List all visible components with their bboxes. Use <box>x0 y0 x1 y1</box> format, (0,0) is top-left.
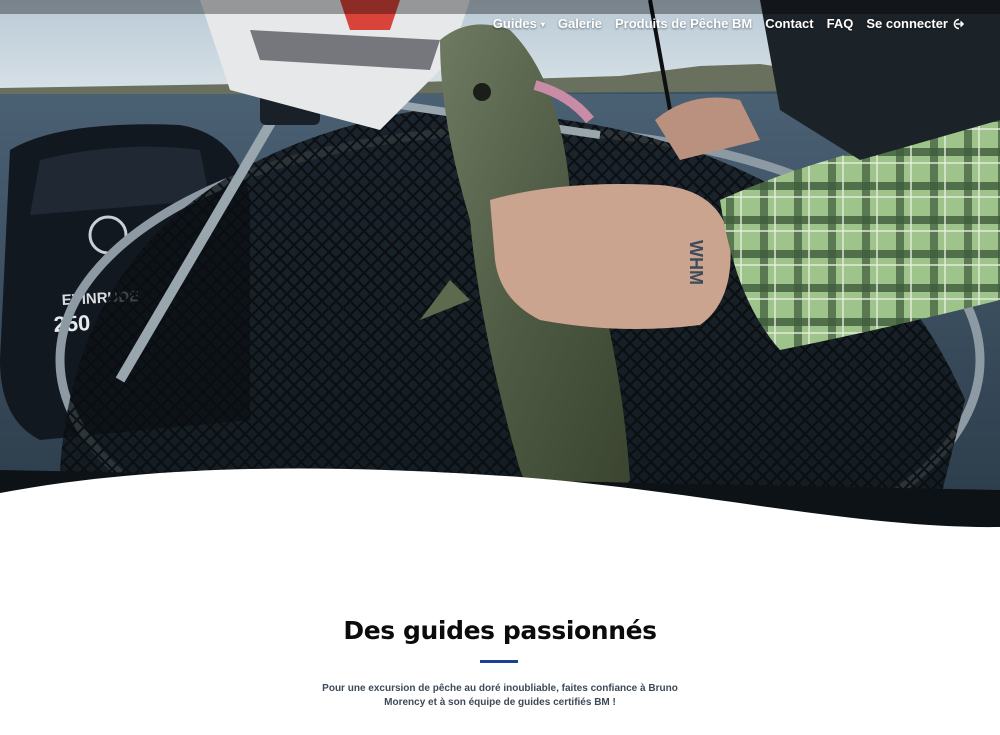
login-icon <box>953 18 964 29</box>
section-title: Des guides passionnés <box>343 616 657 645</box>
nav-login[interactable]: Se connecter <box>866 16 964 31</box>
nav-galerie[interactable]: Galerie <box>558 16 602 31</box>
nav-produits[interactable]: Produits de Pêche BM <box>615 16 752 31</box>
nav-galerie-label: Galerie <box>557 16 602 31</box>
nav-produits-label: Produits de Pêche BM <box>614 16 753 31</box>
nav-faq-label: FAQ <box>826 16 854 31</box>
chevron-down-icon: ▾ <box>540 19 545 29</box>
wave-divider <box>0 468 1000 545</box>
nav-login-label: Se connecter <box>866 16 948 31</box>
title-underline <box>480 660 518 663</box>
nav-guides-label: Guides <box>492 16 537 31</box>
main-nav: Guides ▾ Galerie Produits de Pêche BM Co… <box>480 16 964 31</box>
nav-contact[interactable]: Contact <box>765 16 813 31</box>
nav-faq[interactable]: FAQ <box>827 16 854 31</box>
svg-text:WHM: WHM <box>686 240 706 285</box>
nav-contact-label: Contact <box>765 16 814 31</box>
intro-section: Des guides passionnés Pour une excursion… <box>0 540 1000 735</box>
nav-guides[interactable]: Guides ▾ <box>493 16 545 31</box>
section-description: Pour une excursion de pêche au doré inou… <box>322 683 678 708</box>
